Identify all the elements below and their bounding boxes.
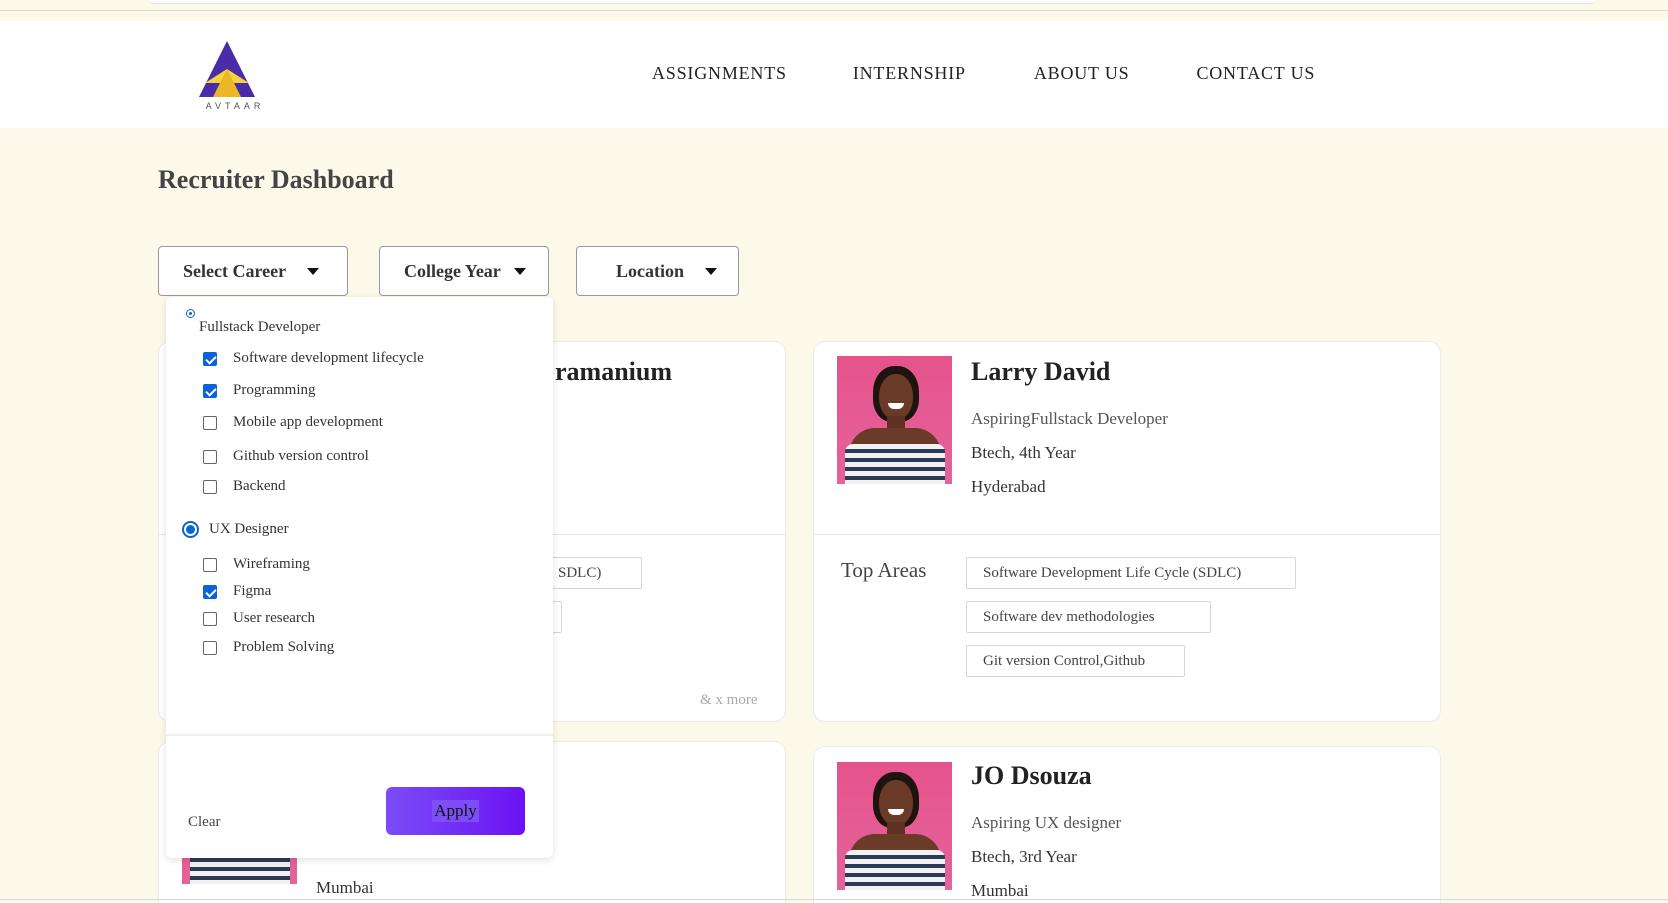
checkbox-github[interactable] xyxy=(203,449,217,464)
candidate-photo xyxy=(837,762,952,890)
avtaar-logo[interactable]: AVTAAR xyxy=(197,39,277,111)
area-chip: Software Development Life Cycle (SDLC) xyxy=(966,557,1296,589)
dropdown-divider xyxy=(166,734,553,736)
fullstack-radio[interactable] xyxy=(186,309,195,318)
candidate-card[interactable]: JO Dsouza Aspiring UX designer Btech, 3r… xyxy=(813,746,1441,903)
browser-top-strip xyxy=(0,0,1668,20)
ux-designer-radio[interactable] xyxy=(182,521,199,538)
checkbox-figma[interactable] xyxy=(203,584,217,599)
nav-about-us[interactable]: ABOUT US xyxy=(1034,63,1130,84)
page-title: Recruiter Dashboard xyxy=(158,165,394,194)
candidate-location: Mumbai xyxy=(971,881,1029,900)
option-sdlc[interactable]: Software development lifecycle xyxy=(203,350,424,367)
chevron-down-icon xyxy=(705,267,717,275)
chevron-down-icon xyxy=(307,267,319,275)
option-figma[interactable]: Figma xyxy=(203,583,271,600)
logo-triangle-icon xyxy=(199,41,255,97)
candidate-name: JO Dsouza xyxy=(971,761,1092,790)
apply-label: Apply xyxy=(432,800,479,822)
option-problem-solving[interactable]: Problem Solving xyxy=(203,639,334,656)
top-bar xyxy=(150,0,1595,4)
candidate-photo xyxy=(837,356,952,484)
nav-internship[interactable]: INTERNSHIP xyxy=(853,63,966,84)
location-label: Location xyxy=(616,260,685,281)
candidate-role: Aspiring UX designer xyxy=(971,813,1122,832)
checkbox-mobile-app[interactable] xyxy=(203,415,217,430)
group-fullstack-label: Fullstack Developer xyxy=(199,319,321,335)
card-divider xyxy=(814,534,1440,535)
option-backend[interactable]: Backend xyxy=(203,478,285,495)
checkbox-user-research[interactable] xyxy=(203,611,217,626)
checkbox-backend[interactable] xyxy=(203,479,217,494)
more-link[interactable]: & x more xyxy=(700,692,758,709)
candidate-year: Btech, 4th Year xyxy=(971,443,1076,462)
option-github[interactable]: Github version control xyxy=(203,448,369,465)
apply-button[interactable]: Apply xyxy=(386,787,525,835)
top-areas-label: Top Areas xyxy=(841,558,927,582)
candidate-card[interactable]: Larry David AspiringFullstack Developer … xyxy=(813,341,1441,722)
checkbox-wireframing[interactable] xyxy=(203,557,217,572)
candidate-name: Larry David xyxy=(971,357,1111,386)
option-mobile-app[interactable]: Mobile app development xyxy=(203,414,383,431)
clear-button[interactable]: Clear xyxy=(188,814,220,831)
nav-contact-us[interactable]: CONTACT US xyxy=(1196,63,1315,84)
checkbox-problem-solving[interactable] xyxy=(203,640,217,655)
college-year-label: College Year xyxy=(404,260,501,281)
candidate-location: Mumbai xyxy=(316,878,374,897)
candidate-role: AspiringFullstack Developer xyxy=(971,409,1168,428)
bottom-line xyxy=(0,899,1668,900)
area-chip: Software dev methodologies xyxy=(966,601,1211,633)
option-programming[interactable]: Programming xyxy=(203,382,316,399)
career-dropdown-panel: Fullstack Developer Software development… xyxy=(166,297,553,858)
site-header: AVTAAR ASSIGNMENTS INTERNSHIP ABOUT US C… xyxy=(0,21,1668,128)
candidate-year: Btech, 3rd Year xyxy=(971,847,1077,866)
chevron-down-icon xyxy=(514,267,526,275)
logo-text: AVTAAR xyxy=(205,101,265,111)
area-chip: SDLC) xyxy=(539,557,642,589)
group-ux-designer[interactable]: UX Designer xyxy=(182,521,289,538)
main-nav: ASSIGNMENTS INTERNSHIP ABOUT US CONTACT … xyxy=(652,63,1315,84)
top-line xyxy=(0,10,1668,11)
college-year-dropdown[interactable]: College Year xyxy=(379,246,549,296)
candidate-location: Hyderabad xyxy=(971,477,1046,496)
location-dropdown[interactable]: Location xyxy=(576,246,739,296)
candidate-name: ramanium xyxy=(555,357,672,386)
area-chip: Git version Control,Github xyxy=(966,645,1185,677)
nav-assignments[interactable]: ASSIGNMENTS xyxy=(652,63,787,84)
option-wireframing[interactable]: Wireframing xyxy=(203,556,310,573)
checkbox-sdlc[interactable] xyxy=(203,351,217,366)
select-career-label: Select Career xyxy=(183,260,287,281)
checkbox-programming[interactable] xyxy=(203,383,217,398)
option-user-research[interactable]: User research xyxy=(203,610,315,627)
select-career-dropdown[interactable]: Select Career xyxy=(158,246,348,296)
